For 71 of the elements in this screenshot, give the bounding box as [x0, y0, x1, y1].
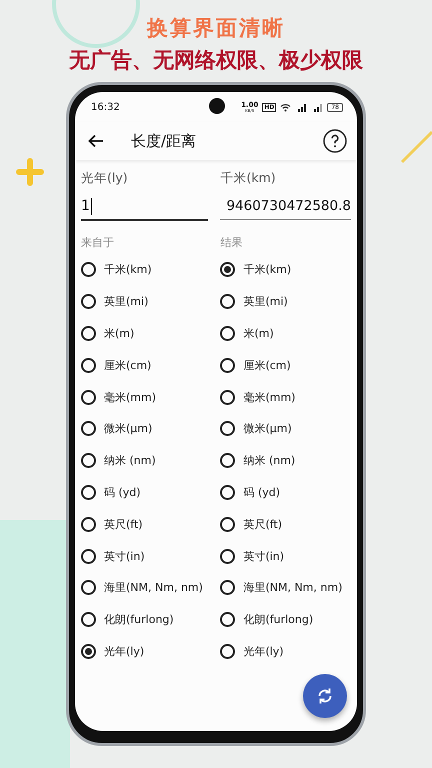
- unit-label: 微米(μm): [104, 421, 152, 436]
- unit-label: 英尺(ft): [243, 516, 282, 532]
- radio-button[interactable]: [220, 484, 236, 500]
- unit-label: 光年(ly): [243, 644, 284, 659]
- radio-button[interactable]: [81, 358, 96, 373]
- plus-icon: [16, 158, 44, 186]
- unit-label: 英寸(in): [243, 548, 284, 564]
- wifi-icon: [280, 102, 292, 112]
- number-field[interactable]: 1: [81, 193, 208, 221]
- column-heading: 结果: [220, 235, 244, 250]
- swap-button[interactable]: [303, 674, 347, 718]
- banner-subtitle: 无广告、无网络权限、极少权限: [69, 47, 363, 74]
- field-label: 千米(km): [220, 170, 277, 187]
- unit-label: 厘米(cm): [104, 358, 152, 373]
- radio-button[interactable]: [81, 644, 96, 659]
- radio-button[interactable]: [81, 390, 96, 405]
- unit-label: 千米(km): [104, 262, 152, 278]
- radio-button[interactable]: [81, 453, 96, 468]
- unit-label: 海里(NM, Nm, nm): [243, 580, 342, 596]
- unit-label: 化朗(furlong): [104, 612, 174, 628]
- number-field[interactable]: 9460730472580.8: [220, 193, 351, 220]
- unit-label: 海里(NM, Nm, nm): [104, 580, 203, 596]
- unit-label: 英里(mi): [104, 294, 148, 310]
- unit-label: 米(m): [243, 326, 274, 341]
- banner-title: 换算界面清晰: [147, 15, 285, 42]
- unit-label: 英里(mi): [243, 294, 288, 310]
- unit-label: 英尺(ft): [104, 516, 143, 532]
- radio-button[interactable]: [81, 421, 96, 436]
- unit-label: 毫米(mm): [243, 390, 296, 405]
- radio-button[interactable]: [220, 358, 236, 373]
- help-icon[interactable]: [323, 129, 347, 153]
- camera-icon: [209, 98, 225, 114]
- radio-button[interactable]: [220, 390, 236, 405]
- unit-label: 千米(km): [243, 262, 292, 278]
- radio-button[interactable]: [220, 453, 236, 468]
- unit-label: 英寸(in): [104, 548, 145, 564]
- unit-label: 纳米 (nm): [104, 453, 156, 468]
- unit-label: 光年(ly): [104, 644, 144, 659]
- radio-button[interactable]: [220, 421, 236, 436]
- field-label: 光年(ly): [81, 170, 129, 187]
- status-time: 16:32: [91, 102, 120, 112]
- radio-button[interactable]: [81, 548, 96, 564]
- radio-button[interactable]: [220, 612, 236, 628]
- radio-button[interactable]: [220, 262, 236, 278]
- radio-button[interactable]: [81, 326, 96, 341]
- radio-button[interactable]: [220, 644, 236, 659]
- unit-label: 纳米 (nm): [243, 453, 296, 468]
- back-icon[interactable]: [87, 132, 105, 150]
- radio-button[interactable]: [81, 484, 96, 500]
- screen-title: 长度/距离: [131, 132, 198, 150]
- unit-label: 毫米(mm): [104, 390, 156, 405]
- unit-label: 化朗(furlong): [243, 612, 314, 628]
- unit-label: 微米(μm): [243, 421, 292, 436]
- radio-button[interactable]: [81, 262, 96, 278]
- radio-button[interactable]: [220, 580, 236, 596]
- signal-icon: [311, 102, 324, 112]
- unit-label: 码 (yd): [243, 484, 280, 500]
- radio-button[interactable]: [81, 612, 96, 628]
- radio-button[interactable]: [220, 326, 236, 341]
- radio-button[interactable]: [220, 516, 236, 532]
- radio-button[interactable]: [220, 294, 236, 310]
- unit-label: 厘米(cm): [243, 358, 291, 373]
- column-heading: 来自于: [81, 235, 115, 250]
- radio-button[interactable]: [81, 294, 96, 310]
- radio-button[interactable]: [220, 548, 236, 564]
- radio-button[interactable]: [81, 516, 96, 532]
- signal-icon: [295, 102, 308, 112]
- radio-button[interactable]: [81, 580, 96, 596]
- line-decoration: [398, 130, 432, 166]
- unit-label: 米(m): [104, 326, 134, 341]
- unit-label: 码 (yd): [104, 484, 141, 500]
